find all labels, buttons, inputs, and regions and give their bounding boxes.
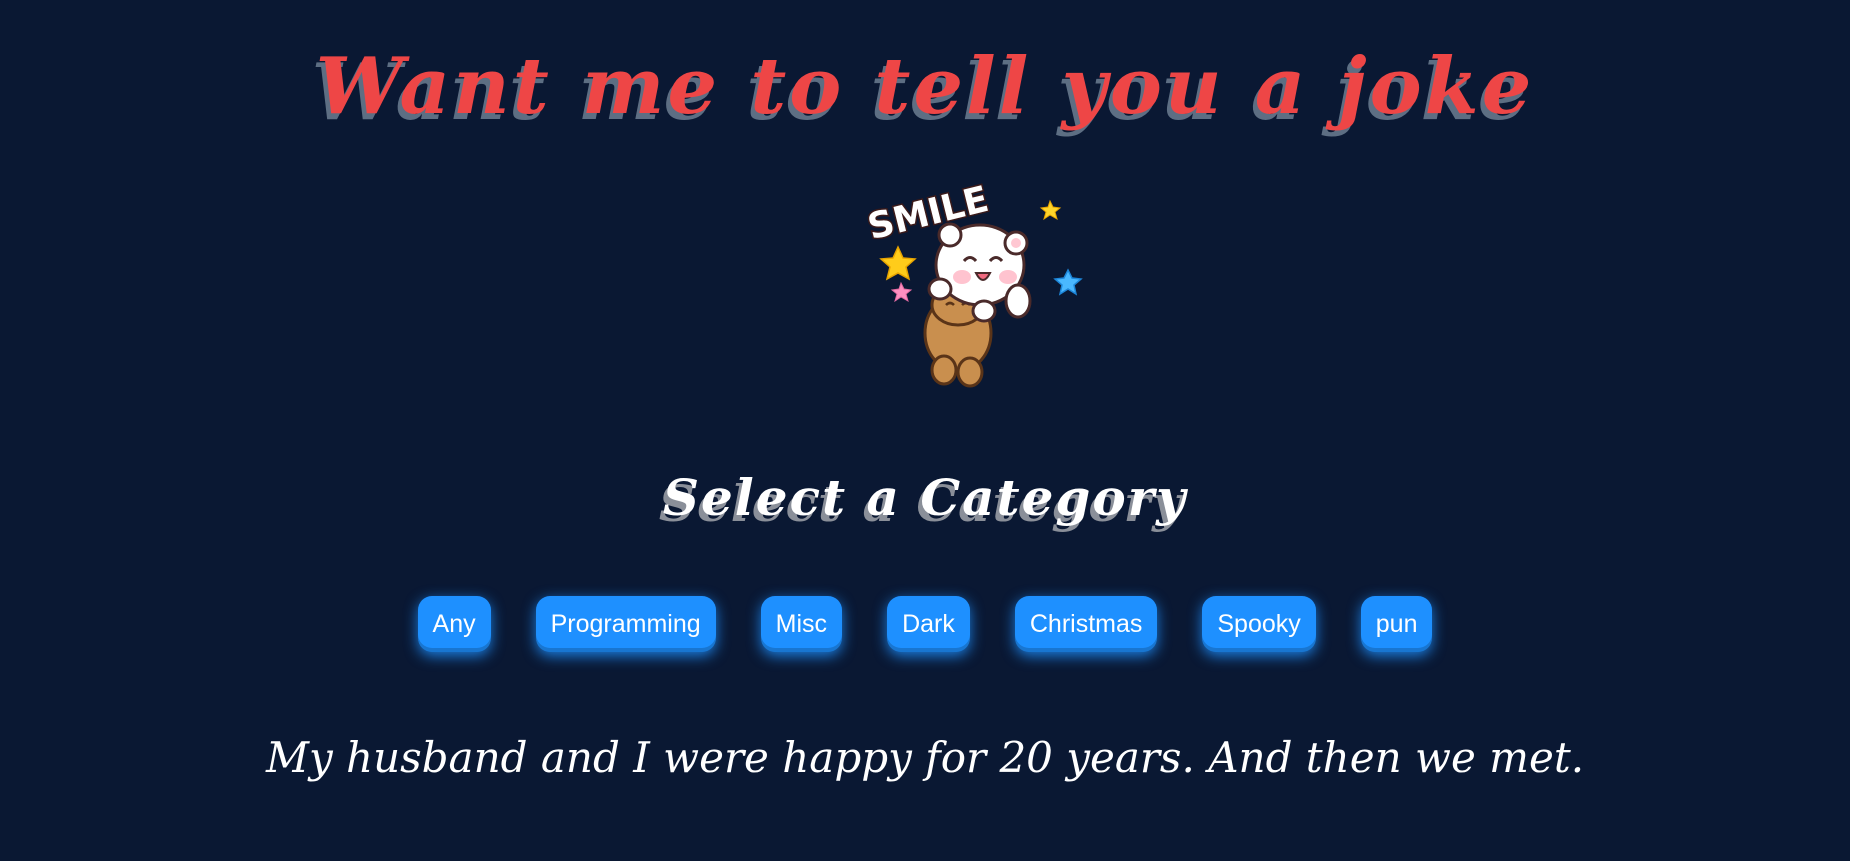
category-button-any[interactable]: Any [417,596,491,652]
category-button-spooky[interactable]: Spooky [1202,596,1316,652]
smile-bear-sticker-icon: SMILE [858,165,1088,405]
category-button-programming[interactable]: Programming [535,596,716,652]
page-title: Want me to tell you a joke [315,41,1535,132]
category-button-dark[interactable]: Dark [887,596,970,652]
category-buttons: Any Programming Misc Dark Christmas Spoo… [0,596,1850,652]
joke-text: My husband and I were happy for 20 years… [265,733,1585,782]
category-button-pun[interactable]: pun [1360,596,1433,652]
category-heading: Select a Category [662,468,1188,527]
category-button-christmas[interactable]: Christmas [1014,596,1158,652]
category-button-misc[interactable]: Misc [760,596,843,652]
